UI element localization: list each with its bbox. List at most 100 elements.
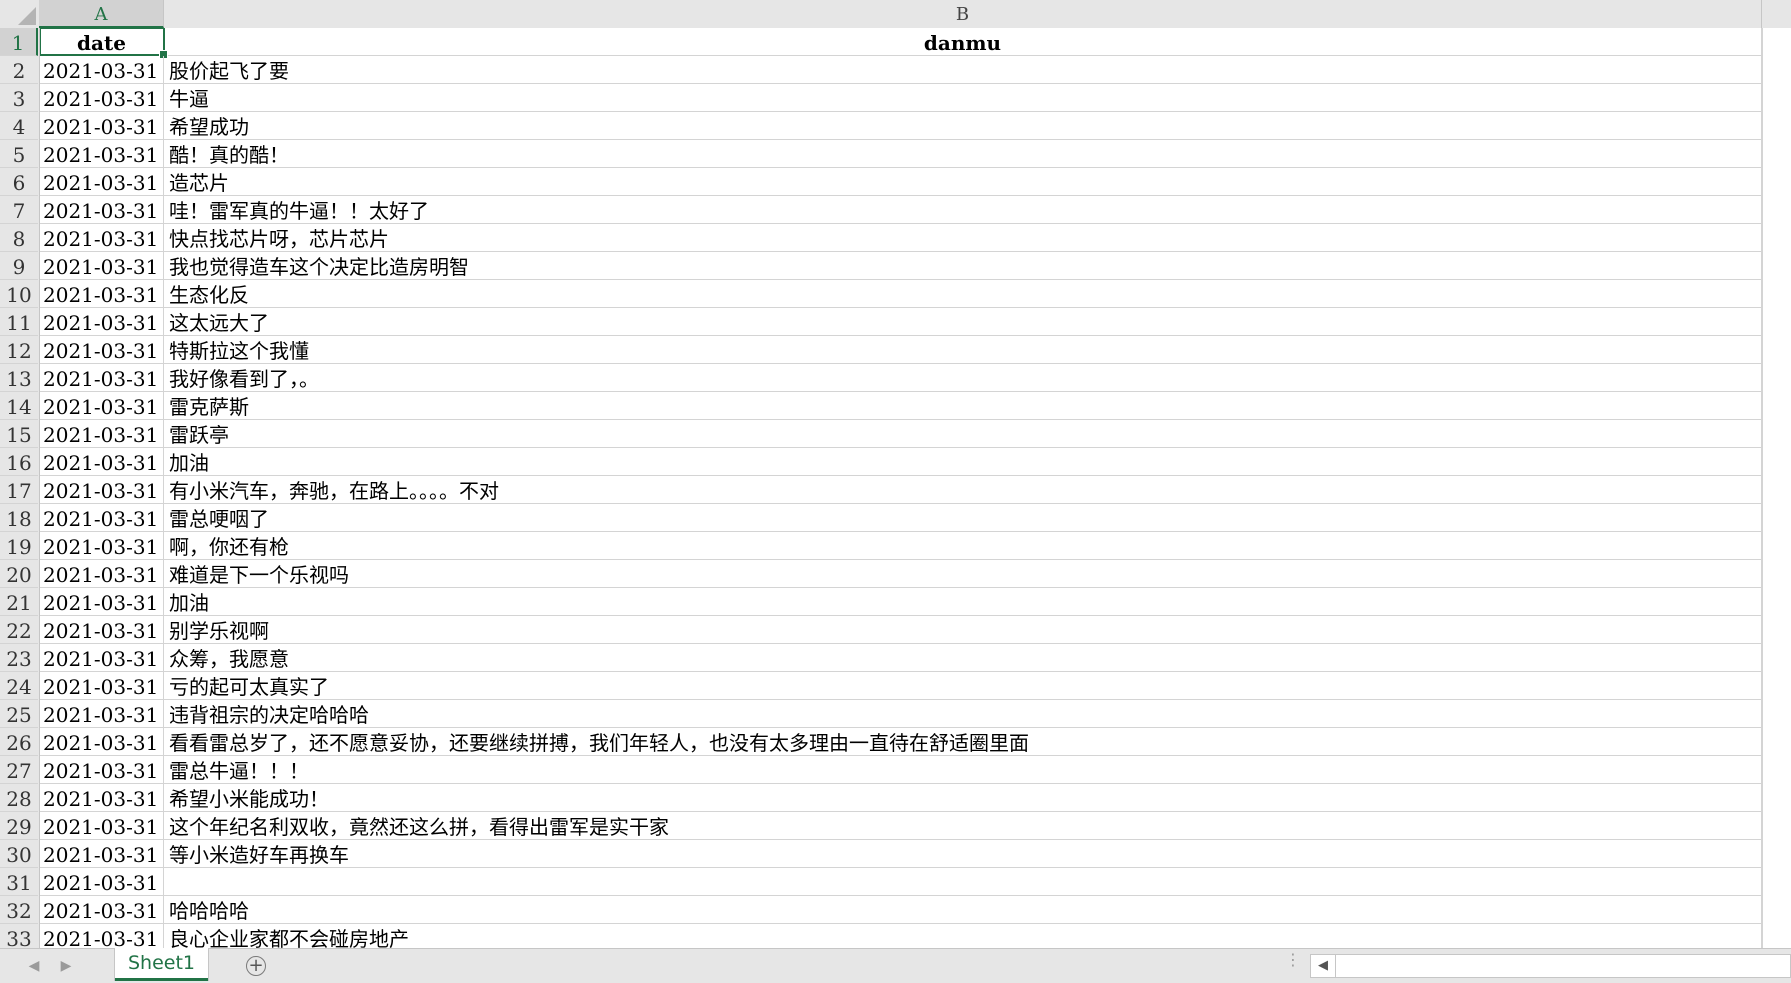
- cell-danmu[interactable]: 希望成功: [164, 112, 1762, 139]
- cell-date[interactable]: 2021-03-31: [40, 644, 164, 671]
- cell-danmu[interactable]: 加油: [164, 588, 1762, 615]
- cell-danmu[interactable]: 雷跃亭: [164, 420, 1762, 447]
- cell-danmu[interactable]: 雷克萨斯: [164, 392, 1762, 419]
- row-header[interactable]: 30: [0, 840, 38, 868]
- select-all-corner[interactable]: [0, 0, 40, 28]
- cell-date[interactable]: 2021-03-31: [40, 476, 164, 503]
- cell-date[interactable]: 2021-03-31: [40, 336, 164, 363]
- cell-danmu[interactable]: 生态化反: [164, 280, 1762, 307]
- cell-danmu[interactable]: 雷总牛逼！！！: [164, 756, 1762, 783]
- sheet-tab-sheet1[interactable]: Sheet1: [115, 948, 208, 981]
- cell-danmu[interactable]: 希望小米能成功！: [164, 784, 1762, 811]
- cell-danmu[interactable]: 加油: [164, 448, 1762, 475]
- cell-date[interactable]: 2021-03-31: [40, 532, 164, 559]
- cell-date[interactable]: 2021-03-31: [40, 728, 164, 755]
- header-cell-date[interactable]: date: [40, 28, 164, 55]
- cell-danmu[interactable]: 雷总哽咽了: [164, 504, 1762, 531]
- row-header[interactable]: 21: [0, 588, 38, 616]
- row-header[interactable]: 27: [0, 756, 38, 784]
- cell-date[interactable]: 2021-03-31: [40, 812, 164, 839]
- row-header[interactable]: 20: [0, 560, 38, 588]
- cell-date[interactable]: 2021-03-31: [40, 112, 164, 139]
- row-header[interactable]: 6: [0, 168, 38, 196]
- cell-danmu[interactable]: 造芯片: [164, 168, 1762, 195]
- row-header[interactable]: 12: [0, 336, 38, 364]
- row-header[interactable]: 25: [0, 700, 38, 728]
- cell-danmu[interactable]: 我好像看到了，。: [164, 364, 1762, 391]
- row-header[interactable]: 5: [0, 140, 38, 168]
- row-header[interactable]: 3: [0, 84, 38, 112]
- row-header[interactable]: 19: [0, 532, 38, 560]
- cell-date[interactable]: 2021-03-31: [40, 896, 164, 923]
- row-header[interactable]: 32: [0, 896, 38, 924]
- overflow-dots-icon[interactable]: ⋮: [1285, 952, 1301, 968]
- cell-date[interactable]: 2021-03-31: [40, 672, 164, 699]
- next-sheet-icon[interactable]: ▶: [58, 958, 74, 974]
- cell-danmu[interactable]: 难道是下一个乐视吗: [164, 560, 1762, 587]
- cell-date[interactable]: 2021-03-31: [40, 616, 164, 643]
- cell-date[interactable]: 2021-03-31: [40, 56, 164, 83]
- row-header[interactable]: 28: [0, 784, 38, 812]
- cell-date[interactable]: 2021-03-31: [40, 560, 164, 587]
- cell-date[interactable]: 2021-03-31: [40, 168, 164, 195]
- cell-danmu[interactable]: 哇！雷军真的牛逼！！太好了: [164, 196, 1762, 223]
- cell-date[interactable]: 2021-03-31: [40, 140, 164, 167]
- cell-danmu[interactable]: 有小米汽车，奔驰，在路上。。。。不对: [164, 476, 1762, 503]
- cell-date[interactable]: 2021-03-31: [40, 392, 164, 419]
- cell-danmu[interactable]: 牛逼: [164, 84, 1762, 111]
- cell-date[interactable]: 2021-03-31: [40, 252, 164, 279]
- cell-date[interactable]: 2021-03-31: [40, 448, 164, 475]
- row-header[interactable]: 17: [0, 476, 38, 504]
- column-header-b[interactable]: B: [164, 0, 1762, 28]
- cell-date[interactable]: 2021-03-31: [40, 364, 164, 391]
- cell-date[interactable]: 2021-03-31: [40, 280, 164, 307]
- row-header[interactable]: 8: [0, 224, 38, 252]
- row-header[interactable]: 7: [0, 196, 38, 224]
- row-header[interactable]: 22: [0, 616, 38, 644]
- prev-sheet-icon[interactable]: ◀: [26, 958, 42, 974]
- cell-danmu[interactable]: 股价起飞了要: [164, 56, 1762, 83]
- cell-date[interactable]: 2021-03-31: [40, 504, 164, 531]
- cell-danmu[interactable]: 酷！真的酷！: [164, 140, 1762, 167]
- cell-danmu[interactable]: 啊，你还有枪: [164, 532, 1762, 559]
- row-header[interactable]: 26: [0, 728, 38, 756]
- cell-date[interactable]: 2021-03-31: [40, 868, 164, 895]
- row-header[interactable]: 13: [0, 364, 38, 392]
- add-sheet-icon[interactable]: +: [246, 956, 266, 976]
- cell-danmu[interactable]: 众筹，我愿意: [164, 644, 1762, 671]
- cell-date[interactable]: 2021-03-31: [40, 756, 164, 783]
- row-header[interactable]: 1: [0, 28, 38, 56]
- row-header[interactable]: 23: [0, 644, 38, 672]
- cell-danmu[interactable]: 哈哈哈哈: [164, 896, 1762, 923]
- scroll-left-icon[interactable]: ◀: [1311, 955, 1336, 977]
- row-header[interactable]: 18: [0, 504, 38, 532]
- cell-danmu[interactable]: 等小米造好车再换车: [164, 840, 1762, 867]
- cell-danmu[interactable]: 别学乐视啊: [164, 616, 1762, 643]
- cell-date[interactable]: 2021-03-31: [40, 84, 164, 111]
- cell-date[interactable]: 2021-03-31: [40, 196, 164, 223]
- horizontal-scrollbar[interactable]: ◀: [1310, 954, 1791, 978]
- row-header[interactable]: 11: [0, 308, 38, 336]
- cell-date[interactable]: 2021-03-31: [40, 588, 164, 615]
- cell-danmu[interactable]: [164, 868, 1762, 895]
- cell-danmu[interactable]: 这个年纪名利双收，竟然还这么拼，看得出雷军是实干家: [164, 812, 1762, 839]
- row-header[interactable]: 29: [0, 812, 38, 840]
- row-header[interactable]: 10: [0, 280, 38, 308]
- row-header[interactable]: 4: [0, 112, 38, 140]
- cell-danmu[interactable]: 良心企业家都不会碰房地产: [164, 924, 1762, 948]
- cell-date[interactable]: 2021-03-31: [40, 224, 164, 251]
- row-header[interactable]: 2: [0, 56, 38, 84]
- header-cell-danmu[interactable]: danmu: [164, 28, 1762, 55]
- row-header[interactable]: 14: [0, 392, 38, 420]
- row-header[interactable]: 31: [0, 868, 38, 896]
- row-header[interactable]: 9: [0, 252, 38, 280]
- cell-danmu[interactable]: 违背祖宗的决定哈哈哈: [164, 700, 1762, 727]
- cell-danmu[interactable]: 看看雷总岁了，还不愿意妥协，还要继续拼搏，我们年轻人，也没有太多理由一直待在舒适…: [164, 728, 1762, 755]
- cell-date[interactable]: 2021-03-31: [40, 308, 164, 335]
- cell-date[interactable]: 2021-03-31: [40, 420, 164, 447]
- column-header-a[interactable]: A: [39, 0, 164, 28]
- cell-date[interactable]: 2021-03-31: [40, 784, 164, 811]
- cell-danmu[interactable]: 特斯拉这个我懂: [164, 336, 1762, 363]
- row-header[interactable]: 15: [0, 420, 38, 448]
- vertical-scroll-area[interactable]: [1762, 28, 1791, 948]
